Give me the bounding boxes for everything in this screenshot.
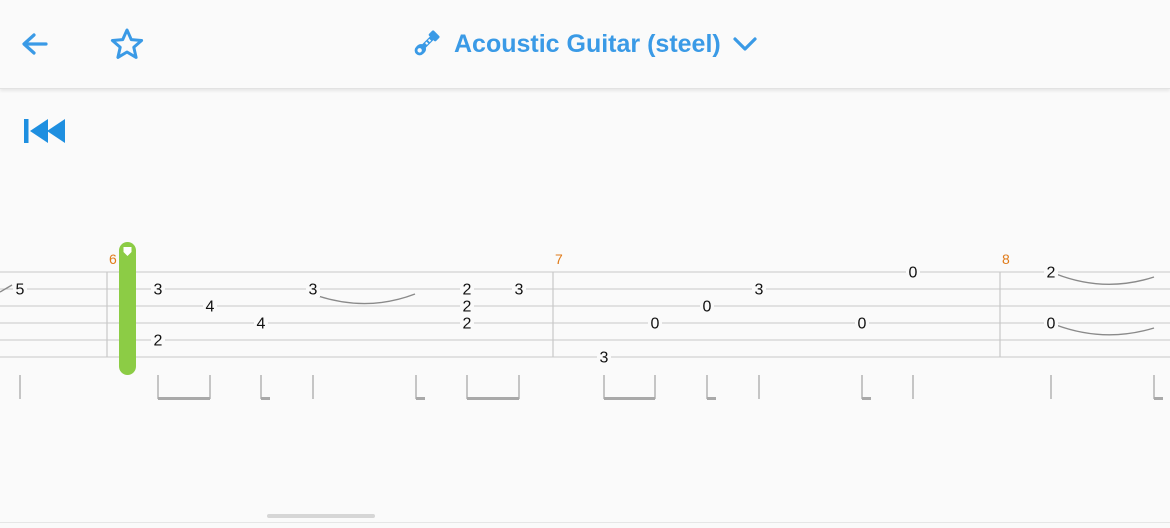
tab-ties — [0, 273, 1155, 336]
favorite-button[interactable] — [106, 24, 148, 66]
top-app-bar: Acoustic Guitar (steel) — [0, 0, 1170, 89]
fret-numbers: 5 32443 2223300300 20 — [13, 264, 1058, 367]
skip-to-start-icon — [24, 119, 65, 143]
fret-number[interactable]: 0 — [909, 265, 918, 282]
fret-number[interactable]: 3 — [154, 282, 163, 299]
fret-number[interactable]: 0 — [1047, 316, 1056, 333]
fret-number[interactable]: 3 — [515, 282, 524, 299]
instrument-selector[interactable]: Acoustic Guitar (steel) — [408, 22, 759, 66]
rhythm-flag — [707, 397, 716, 400]
tie-curve — [1055, 324, 1155, 336]
star-outline-icon — [110, 28, 144, 59]
chevron-down-icon — [733, 37, 757, 51]
fret-number[interactable]: 3 — [755, 282, 764, 299]
measure-number: 8 — [1002, 251, 1010, 267]
home-indicator — [267, 514, 375, 518]
fret-number[interactable]: 3 — [309, 282, 318, 299]
rewind-button[interactable] — [22, 115, 68, 152]
fret-number[interactable]: 0 — [651, 316, 660, 333]
fret-number[interactable]: 4 — [257, 316, 266, 333]
fret-number[interactable]: 4 — [206, 299, 215, 316]
fret-number[interactable]: 5 — [16, 282, 25, 299]
measure-number: 6 — [109, 251, 117, 267]
back-button[interactable] — [14, 26, 54, 66]
instrument-title: Acoustic Guitar (steel) — [454, 29, 721, 58]
measure-numbers: 6 7 8 — [109, 251, 1010, 267]
fret-number[interactable]: 2 — [154, 333, 163, 350]
tablature-view[interactable]: 678 5 32443 2223300300 20 — [0, 230, 1170, 410]
rhythm-stems — [19, 375, 1163, 400]
fret-number[interactable]: 0 — [858, 316, 867, 333]
tie-curve — [1055, 273, 1155, 286]
fret-number[interactable]: 0 — [703, 299, 712, 316]
guitar-icon — [414, 30, 440, 56]
arrow-left-icon — [22, 33, 48, 55]
fret-number[interactable]: 2 — [463, 299, 472, 316]
rhythm-flag — [261, 397, 270, 400]
tie-curve — [317, 293, 416, 305]
bottom-divider — [0, 522, 1170, 523]
fret-number[interactable]: 2 — [463, 282, 472, 299]
fret-number[interactable]: 2 — [1047, 265, 1056, 282]
rhythm-flag — [1154, 397, 1163, 400]
playback-cursor — [119, 242, 136, 375]
tab-staff — [0, 271, 1170, 358]
rhythm-flag — [862, 397, 871, 400]
measure-number: 7 — [555, 251, 563, 267]
rhythm-beam — [604, 397, 655, 400]
fret-number[interactable]: 2 — [463, 316, 472, 333]
rhythm-beam — [158, 397, 210, 400]
fret-number[interactable]: 3 — [600, 350, 609, 367]
rhythm-beam — [467, 397, 519, 400]
rhythm-flag — [416, 397, 425, 400]
playback-cursor-bar[interactable] — [119, 242, 136, 375]
